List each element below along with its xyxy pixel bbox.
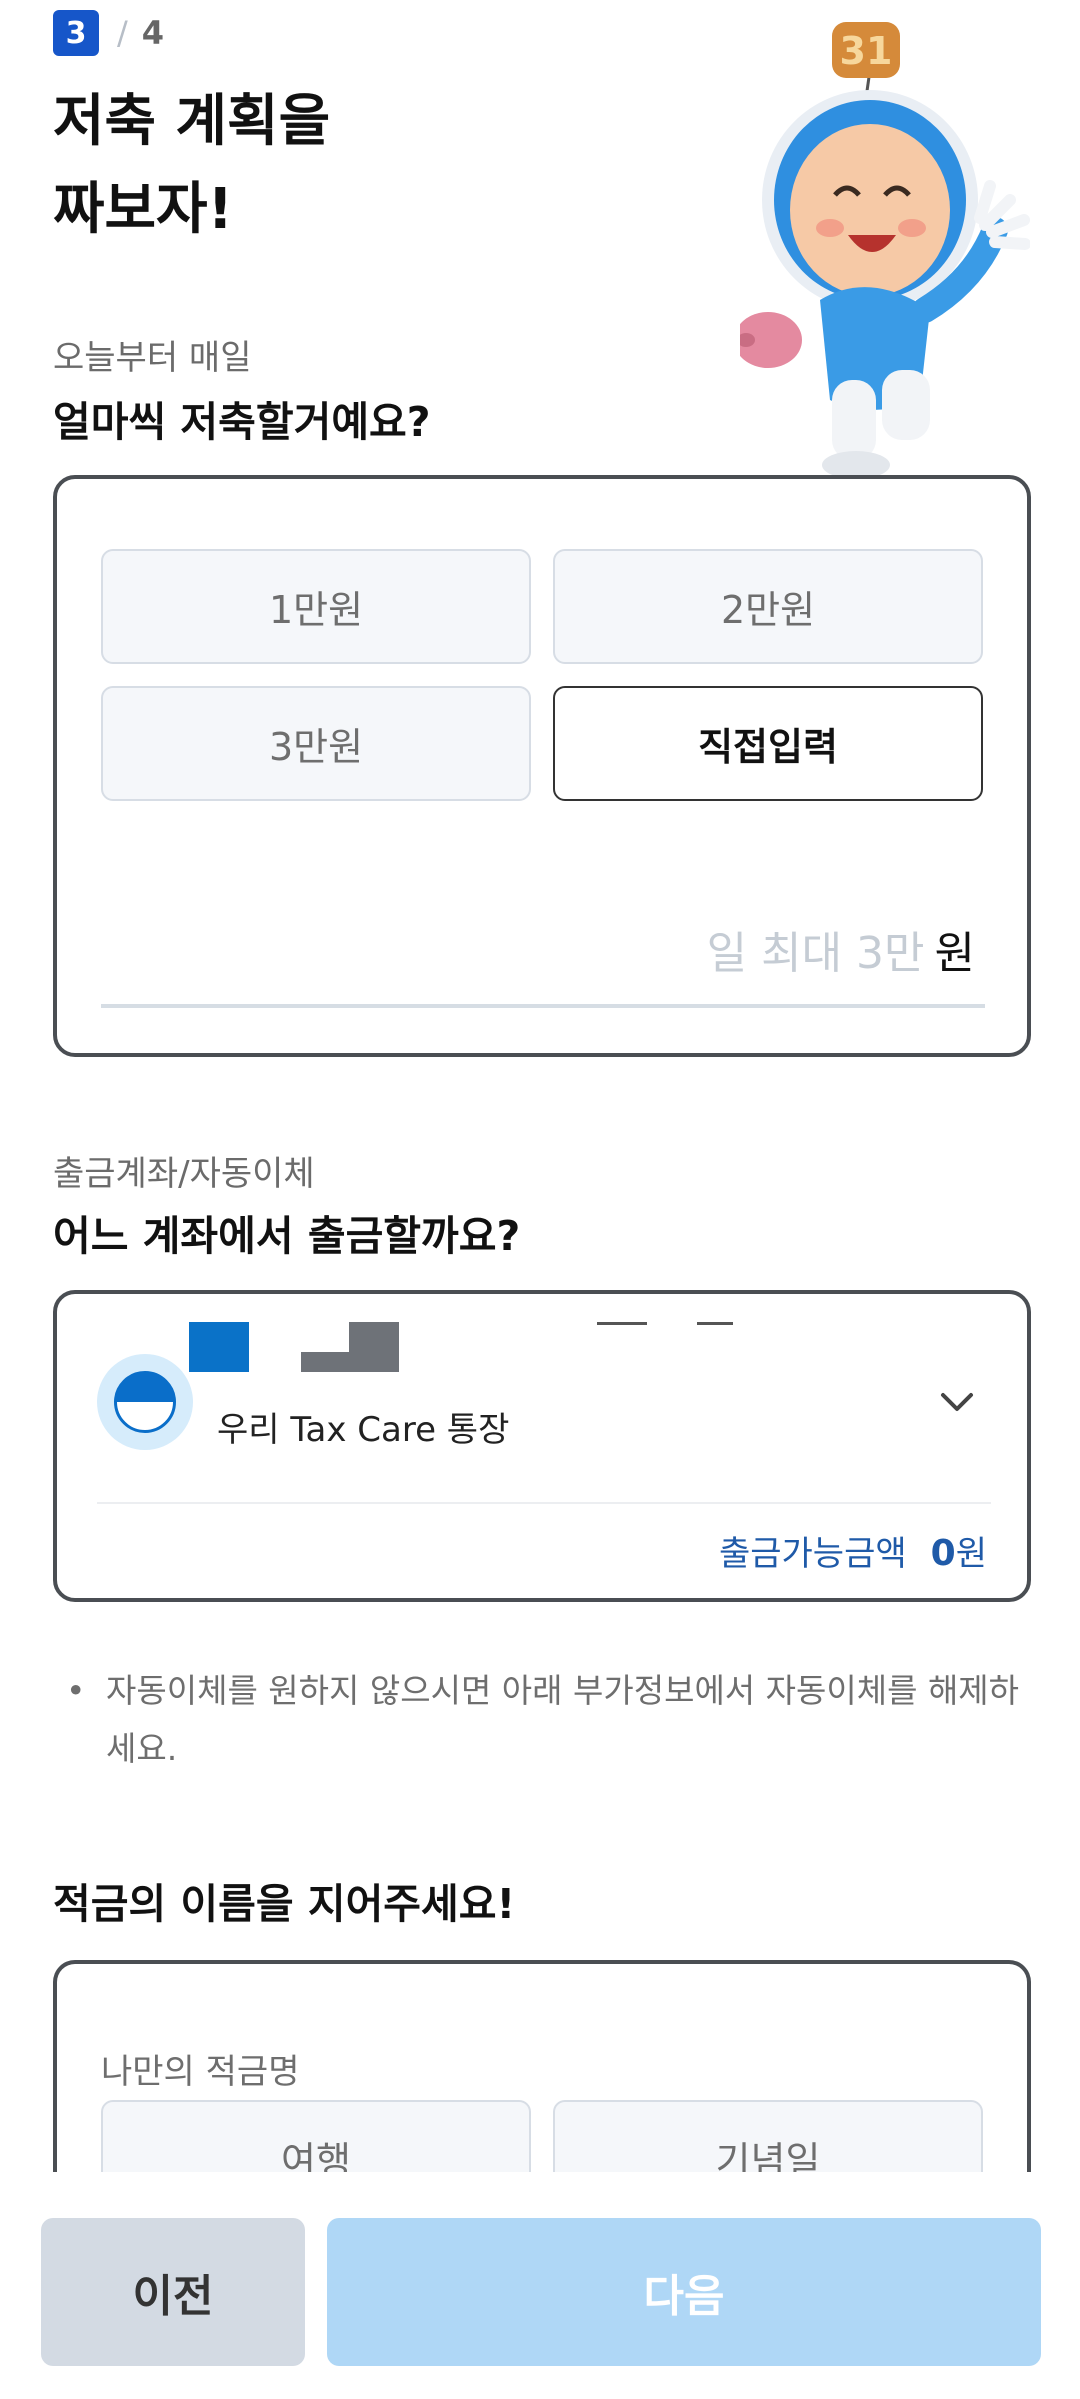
page-title-line1: 저축 계획을 (53, 89, 331, 154)
account-card[interactable]: 우리 Tax Care 통장 출금가능금액 0 원 (53, 1290, 1031, 1602)
amount-options: 1만원 2만원 3만원 직접입력 (101, 549, 985, 801)
amount-option-30000[interactable]: 3만원 (101, 686, 531, 801)
name-card-label: 나만의 적금명 (101, 2052, 300, 2092)
name-question: 적금의 이름을 지어주세요! (53, 1880, 516, 1928)
amount-sub-label: 오늘부터 매일 (53, 338, 252, 378)
amount-input-underline (101, 1004, 985, 1008)
bank-logo-mark (114, 1371, 176, 1433)
step-separator: / (117, 14, 128, 52)
notice-bullet: • (66, 1671, 86, 1710)
prev-button[interactable]: 이전 (41, 2218, 305, 2366)
account-sub-label: 출금계좌/자동이체 (53, 1154, 315, 1194)
account-name: 우리 Tax Care 통장 (217, 1410, 510, 1450)
amount-question: 얼마씩 저축할거예요? (53, 398, 431, 446)
amount-option-10000[interactable]: 1만원 (101, 549, 531, 664)
next-button[interactable]: 다음 (327, 2218, 1041, 2366)
balance-label: 출금가능금액 (718, 1534, 907, 1574)
amount-input-placeholder: 일 최대 3만 (706, 928, 925, 979)
balance-value: 0 (930, 1533, 956, 1574)
bank-logo-icon (97, 1354, 193, 1450)
notice-text: 자동이체를 원하지 않으시면 아래 부가정보에서 자동이체를 해제하세요. (106, 1671, 1020, 1768)
masked-account-block (697, 1322, 733, 1325)
chevron-down-icon[interactable] (937, 1382, 977, 1422)
balance-unit: 원 (955, 1534, 987, 1574)
amount-card: 1만원 2만원 3만원 직접입력 일 최대 3만 원 (53, 475, 1031, 1057)
step-indicator: 3 / 4 (53, 10, 164, 56)
auto-transfer-notice: • 자동이체를 원하지 않으시면 아래 부가정보에서 자동이체를 해제하세요. (66, 1662, 1026, 1778)
page-title-line2: 짜보자! (53, 177, 234, 242)
masked-account-block (301, 1352, 351, 1372)
masked-account-block (189, 1322, 249, 1372)
bottom-action-bar: 이전 다음 (0, 2172, 1080, 2399)
amount-input[interactable]: 일 최대 3만 원 (101, 919, 985, 979)
step-current-badge: 3 (53, 10, 99, 56)
account-divider (97, 1502, 991, 1504)
mascot-illustration: 31 (740, 22, 1030, 479)
amount-option-custom[interactable]: 직접입력 (553, 686, 983, 801)
masked-account-block (349, 1322, 399, 1372)
amount-input-unit: 원 (934, 928, 975, 979)
page-title: 저축 계획을 짜보자! (53, 78, 330, 254)
account-question: 어느 계좌에서 출금할까요? (53, 1212, 521, 1260)
step-total: 4 (141, 14, 165, 52)
available-balance: 출금가능금액 0 원 (719, 1526, 987, 1575)
amount-option-20000[interactable]: 2만원 (553, 549, 983, 664)
masked-account-block (597, 1322, 647, 1325)
svg-text:31: 31 (840, 29, 893, 73)
